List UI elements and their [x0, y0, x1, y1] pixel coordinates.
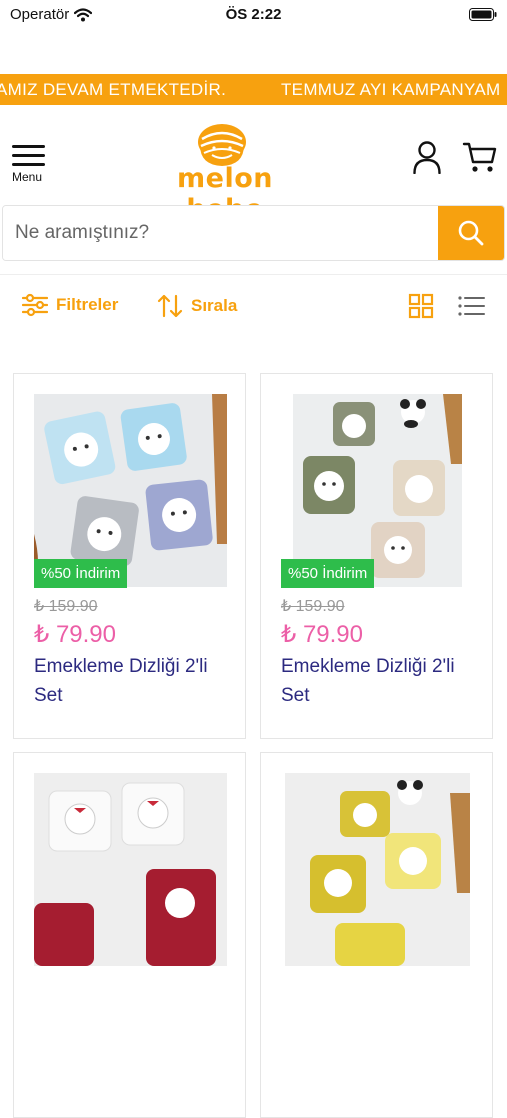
- cart-icon[interactable]: [462, 140, 498, 174]
- product-card[interactable]: %50 İndirim ₺ 159.90 ₺ 79.90 Emekleme Di…: [260, 373, 493, 739]
- filters-label: Filtreler: [56, 295, 119, 314]
- search-icon: [458, 220, 484, 246]
- melon-logo-icon: [198, 124, 246, 166]
- app-header: Menu melon bebe: [0, 105, 507, 225]
- product-photo: [34, 773, 227, 966]
- filters-button[interactable]: Filtreler: [22, 293, 118, 317]
- status-bar: Operatör ÖS 2:22: [0, 0, 507, 30]
- announcement-text-2: TEMMUZ AYI KAMPANYAM: [281, 80, 501, 99]
- product-card[interactable]: %50 İndirim ₺ 159.90 ₺ 79.90 Emekleme Di…: [13, 373, 246, 739]
- discount-badge: %50 İndirim: [34, 559, 128, 588]
- old-price: ₺ 159.90: [281, 598, 345, 615]
- sort-arrows-icon: [157, 294, 183, 318]
- price: ₺ 79.90: [34, 621, 116, 648]
- price: ₺ 79.90: [281, 621, 363, 648]
- sliders-icon: [22, 293, 48, 317]
- search-button[interactable]: [438, 206, 504, 260]
- search-bar: [2, 205, 505, 261]
- product-card[interactable]: [260, 752, 493, 1118]
- product-photo: [285, 773, 470, 966]
- product-name: Emekleme Dizliği 2'li Set: [34, 656, 208, 706]
- battery-icon: [469, 8, 497, 21]
- announcement-bar: AMIZ DEVAM ETMEKTEDİR. TEMMUZ AYI KAMPAN…: [0, 74, 507, 105]
- product-image: [285, 773, 470, 966]
- hamburger-icon: [12, 145, 45, 148]
- divider: [0, 274, 507, 275]
- product-name: Emekleme Dizliği 2'li Set: [281, 656, 455, 706]
- discount-badge: %50 İndirim: [281, 559, 375, 588]
- sort-label: Sırala: [191, 296, 238, 315]
- grid-view-icon[interactable]: [408, 293, 434, 319]
- brand-logo[interactable]: melon bebe: [140, 121, 310, 225]
- announcement-text-1: AMIZ DEVAM ETMEKTEDİR.: [0, 80, 227, 99]
- hamburger-icon-line: [12, 163, 45, 166]
- menu-button[interactable]: Menu: [12, 145, 48, 187]
- search-input[interactable]: [3, 206, 439, 260]
- sort-button[interactable]: Sırala: [157, 293, 237, 319]
- product-image: [34, 773, 227, 966]
- list-view-icon[interactable]: [457, 293, 485, 319]
- clock: ÖS 2:22: [225, 6, 282, 23]
- menu-label: Menu: [12, 170, 43, 184]
- hamburger-icon-line: [12, 154, 45, 157]
- old-price: ₺ 159.90: [34, 598, 98, 615]
- product-card[interactable]: [13, 752, 246, 1118]
- account-icon[interactable]: [412, 140, 442, 174]
- listing-toolbar: Filtreler Sırala: [0, 285, 507, 329]
